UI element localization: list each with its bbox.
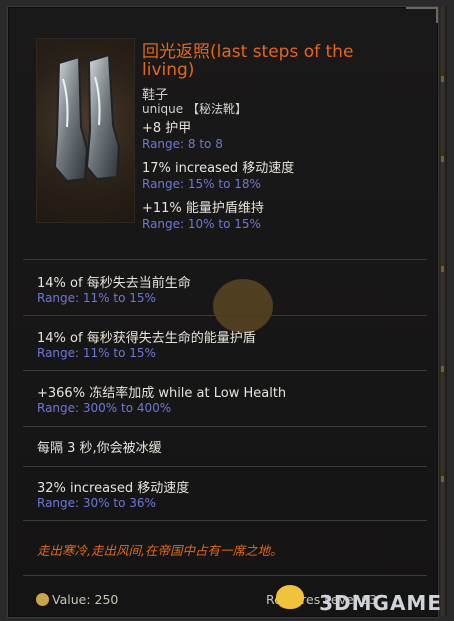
section-divider (23, 259, 427, 260)
boots-item-image (36, 38, 135, 223)
stat-armor-range: Range: 8 to 8 (142, 137, 223, 151)
watermark-text: 3DMGAME (319, 591, 442, 615)
stat-energy-shield-range: Range: 10% to 15% (142, 217, 261, 231)
rail-marker (441, 266, 444, 272)
mod-row: 14% of 每秒获得失去生命的能量护盾 Range: 11% to 15% (23, 318, 427, 372)
mod-range: Range: 300% to 400% (37, 401, 172, 415)
stat-move-speed-range: Range: 15% to 18% (142, 177, 261, 191)
stat-energy-shield: +11% 能量护盾维持 (142, 201, 264, 216)
stat-armor: +8 护甲 (142, 121, 192, 136)
item-name: 回光返照(last steps of the living) (142, 42, 354, 80)
item-subtype: unique 【秘法靴】 (142, 102, 247, 116)
mod-range: Range: 11% to 15% (37, 291, 156, 305)
section-divider (23, 466, 427, 467)
rail-marker (441, 366, 444, 372)
mod-row: 32% increased 移动速度 Range: 30% to 36% (23, 468, 427, 522)
mod-range: Range: 30% to 36% (37, 496, 156, 510)
mod-row: 每隔 3 秒,你会被冰缓 (23, 428, 427, 466)
mod-row: +366% 冻结率加成 while at Low Health Range: 3… (23, 373, 427, 427)
rail-marker (441, 76, 444, 82)
mod-text: 14% of 每秒失去当前生命 (37, 276, 191, 291)
rail-marker (441, 476, 444, 482)
item-tooltip: 回光返照(last steps of the living) 鞋子 unique… (7, 6, 439, 618)
mod-row: 14% of 每秒失去当前生命 Range: 11% to 15% (23, 263, 427, 317)
section-divider (23, 315, 427, 316)
boots-icon (53, 53, 121, 183)
rail-marker (441, 156, 444, 162)
item-value: Value: 250 (52, 592, 119, 607)
stat-move-speed: 17% increased 移动速度 (142, 161, 295, 176)
mod-text: 14% of 每秒获得失去生命的能量护盾 (37, 331, 256, 346)
section-divider (23, 520, 427, 521)
coin-icon (36, 593, 49, 606)
item-header: 回光返照(last steps of the living) 鞋子 unique… (16, 17, 434, 262)
item-flavor-text: 走出寒冷,走出风间,在帝国中占有一席之地。 (37, 543, 283, 558)
mod-text: 32% increased 移动速度 (37, 481, 190, 496)
mod-text: +366% 冻结率加成 while at Low Health (37, 386, 287, 401)
section-divider (23, 575, 427, 576)
section-divider (23, 370, 427, 371)
section-divider (23, 426, 427, 427)
decorative-side-rail (438, 6, 447, 616)
mod-text: 每隔 3 秒,你会被冰缓 (37, 441, 162, 456)
mod-range: Range: 11% to 15% (37, 346, 156, 360)
watermark-chick-icon (276, 585, 304, 609)
